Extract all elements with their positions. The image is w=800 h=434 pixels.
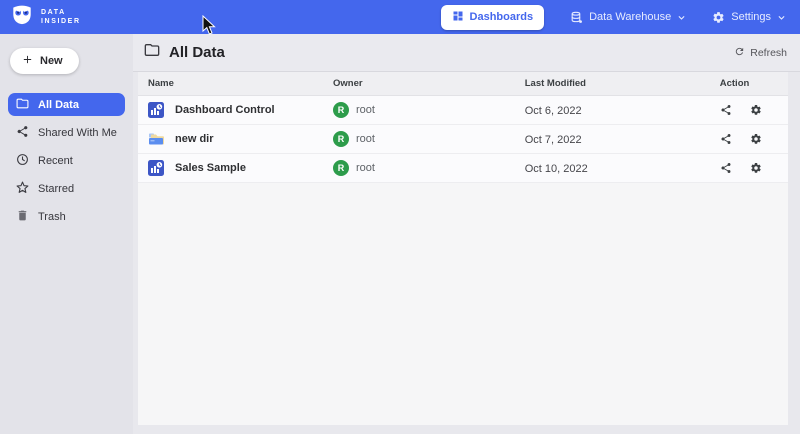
sidebar-item-label: Trash (38, 211, 66, 223)
table-header-row: Name Owner Last Modified Action (138, 72, 788, 96)
column-header-name: Name (138, 78, 333, 89)
table-row[interactable]: Sales Sample R root Oct 10, 2022 (138, 154, 788, 183)
main-header: All Data Refresh (133, 34, 800, 72)
sidebar: New All Data Shared With Me (0, 34, 133, 434)
sidebar-item-all-data[interactable]: All Data (8, 93, 125, 116)
owner-avatar: R (333, 131, 349, 147)
dashboards-button[interactable]: Dashboards (441, 5, 545, 30)
sidebar-item-label: Recent (38, 155, 73, 167)
page-title: All Data (169, 44, 225, 61)
clock-icon (16, 153, 29, 169)
share-action-icon[interactable] (720, 104, 732, 116)
dashboards-label: Dashboards (470, 11, 534, 23)
sidebar-item-trash[interactable]: Trash (8, 205, 125, 228)
owner-name: root (356, 104, 375, 116)
dashboard-tile-icon (148, 160, 164, 176)
share-action-icon[interactable] (720, 133, 732, 145)
last-modified-date: Oct 6, 2022 (525, 105, 582, 117)
data-warehouse-label: Data Warehouse (589, 11, 671, 23)
new-button[interactable]: New (10, 48, 79, 74)
brand-line2: INSIDER (41, 17, 81, 26)
table-row[interactable]: new dir R root Oct 7, 2022 (138, 125, 788, 154)
data-warehouse-menu[interactable]: Data Warehouse (570, 11, 686, 24)
owner-avatar: R (333, 160, 349, 176)
folder-tile-icon (148, 131, 164, 147)
settings-action-icon[interactable] (750, 133, 762, 145)
plus-icon (22, 54, 33, 68)
folder-icon (16, 97, 29, 113)
sidebar-item-label: Shared With Me (38, 127, 117, 139)
gear-icon (712, 11, 725, 24)
new-button-label: New (40, 55, 63, 67)
refresh-label: Refresh (750, 47, 787, 59)
owner-avatar: R (333, 102, 349, 118)
star-icon (16, 181, 29, 197)
refresh-button[interactable]: Refresh (734, 46, 787, 60)
top-navbar: DATA INSIDER Dashboards Data Warehous (0, 0, 800, 34)
file-table: Name Owner Last Modified Action (138, 72, 788, 425)
settings-menu[interactable]: Settings (712, 11, 786, 24)
brand: DATA INSIDER (10, 4, 81, 31)
file-name: Dashboard Control (175, 104, 275, 116)
sidebar-item-recent[interactable]: Recent (8, 149, 125, 172)
owner-name: root (356, 162, 375, 174)
settings-label: Settings (731, 11, 771, 23)
table-row[interactable]: Dashboard Control R root Oct 6, 2022 (138, 96, 788, 125)
refresh-icon (734, 46, 745, 60)
folder-title-icon (144, 42, 160, 63)
dashboard-tile-icon (148, 102, 164, 118)
last-modified-date: Oct 7, 2022 (525, 134, 582, 146)
chevron-down-icon (777, 13, 786, 22)
chevron-down-icon (677, 13, 686, 22)
column-header-owner: Owner (333, 78, 525, 89)
dashboard-grid-icon (452, 10, 464, 25)
brand-line1: DATA (41, 8, 81, 17)
database-icon (570, 11, 583, 24)
column-header-action: Action (720, 78, 788, 89)
last-modified-date: Oct 10, 2022 (525, 163, 588, 175)
sidebar-item-shared-with-me[interactable]: Shared With Me (8, 121, 125, 144)
file-name: Sales Sample (175, 162, 246, 174)
owner-name: root (356, 133, 375, 145)
file-name: new dir (175, 133, 214, 145)
sidebar-item-label: All Data (38, 99, 79, 111)
column-header-last-modified: Last Modified (525, 78, 720, 89)
settings-action-icon[interactable] (750, 162, 762, 174)
share-icon (16, 125, 29, 141)
settings-action-icon[interactable] (750, 104, 762, 116)
trash-icon (16, 209, 29, 225)
owl-logo-icon (10, 4, 34, 31)
sidebar-item-starred[interactable]: Starred (8, 177, 125, 200)
sidebar-item-label: Starred (38, 183, 74, 195)
share-action-icon[interactable] (720, 162, 732, 174)
